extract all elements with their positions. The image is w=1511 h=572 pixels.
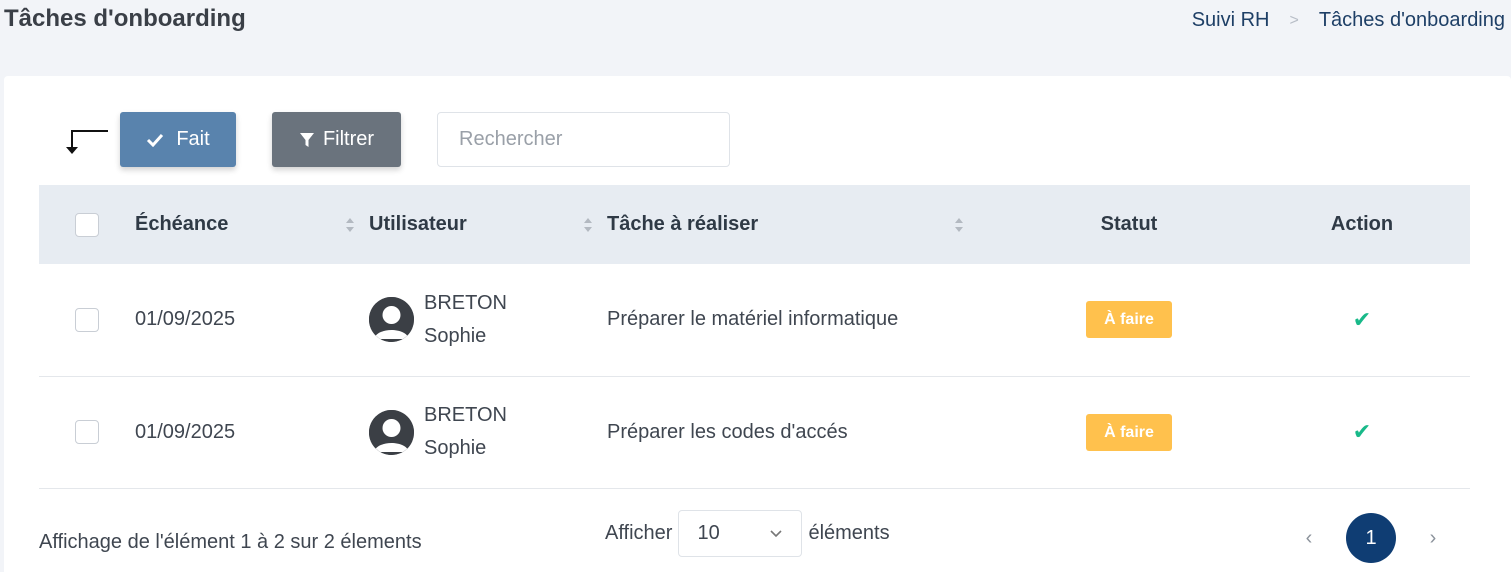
items-label: éléments xyxy=(808,522,890,544)
sort-icon[interactable] xyxy=(345,217,355,233)
page-size-select[interactable]: 10 xyxy=(678,510,803,557)
mark-done-check-icon[interactable]: ✔ xyxy=(1353,307,1371,332)
search-input[interactable] xyxy=(437,112,730,167)
due-date-cell: 01/09/2025 xyxy=(135,420,236,443)
task-cell: Préparer les codes d'accés xyxy=(607,420,848,443)
chevron-right-icon[interactable]: › xyxy=(1426,527,1440,550)
status-badge: À faire xyxy=(1086,301,1172,339)
filter-button[interactable]: Filtrer xyxy=(272,112,401,167)
page-title: Tâches d'onboarding xyxy=(4,5,246,32)
pagination-info: Affichage de l'élément 1 à 2 sur 2 éleme… xyxy=(39,531,422,553)
user-first-name: Sophie xyxy=(424,324,487,347)
chevron-right-icon: > xyxy=(1289,11,1299,29)
table-row: 01/09/2025 BRETON Sophie Pr xyxy=(39,264,1470,376)
user-cell: BRETON Sophie xyxy=(369,287,607,353)
tasks-card: Fait Filtrer Échéance xyxy=(4,76,1511,572)
breadcrumb-item-current: Tâches d'onboarding xyxy=(1318,9,1505,31)
column-header-status: Statut xyxy=(1100,213,1158,235)
user-last-name: BRETON xyxy=(424,291,507,314)
due-date-cell: 01/09/2025 xyxy=(135,308,236,331)
done-button-label: Fait xyxy=(176,128,210,150)
pagination: ‹ 1 › xyxy=(1302,513,1440,563)
chevron-down-icon xyxy=(770,530,783,538)
status-badge: À faire xyxy=(1086,413,1172,451)
column-header-user[interactable]: Utilisateur xyxy=(369,185,607,264)
column-header-task[interactable]: Tâche à réaliser xyxy=(607,185,1004,264)
page-button-current[interactable]: 1 xyxy=(1346,513,1396,563)
show-label: Afficher xyxy=(605,522,673,544)
table-row: 01/09/2025 BRETON Sophie Pr xyxy=(39,376,1470,488)
check-icon xyxy=(147,133,164,147)
breadcrumb-item-suivi-rh[interactable]: Suivi RH xyxy=(1192,9,1270,32)
sort-icon[interactable] xyxy=(954,217,964,233)
filter-icon xyxy=(299,132,314,147)
avatar-icon xyxy=(369,409,414,455)
return-arrow-icon[interactable] xyxy=(60,127,110,157)
page-size-control: Afficher 10 éléments xyxy=(605,510,890,557)
column-header-due[interactable]: Échéance xyxy=(135,185,369,264)
select-all-checkbox[interactable] xyxy=(75,212,99,237)
page-size-value: 10 xyxy=(697,522,720,544)
column-header-action: Action xyxy=(1330,213,1394,235)
tasks-table: Échéance Utilisateur Tâche à réaliser St… xyxy=(39,185,1470,489)
table-header-row: Échéance Utilisateur Tâche à réaliser St… xyxy=(39,185,1470,264)
user-last-name: BRETON xyxy=(424,404,507,426)
row-checkbox[interactable] xyxy=(75,420,99,444)
mark-done-check-icon[interactable]: ✔ xyxy=(1353,419,1371,444)
done-button[interactable]: Fait xyxy=(120,112,236,167)
user-first-name: Sophie xyxy=(424,437,487,459)
chevron-left-icon[interactable]: ‹ xyxy=(1302,527,1316,550)
task-cell: Préparer le matériel informatique xyxy=(607,308,899,331)
filter-button-label: Filtrer xyxy=(322,128,375,150)
avatar-icon xyxy=(369,297,414,343)
sort-icon[interactable] xyxy=(583,217,593,233)
user-cell: BRETON Sophie xyxy=(369,399,607,465)
row-checkbox[interactable] xyxy=(75,307,99,332)
breadcrumb: Suivi RH > Tâches d'onboarding xyxy=(1192,9,1505,32)
